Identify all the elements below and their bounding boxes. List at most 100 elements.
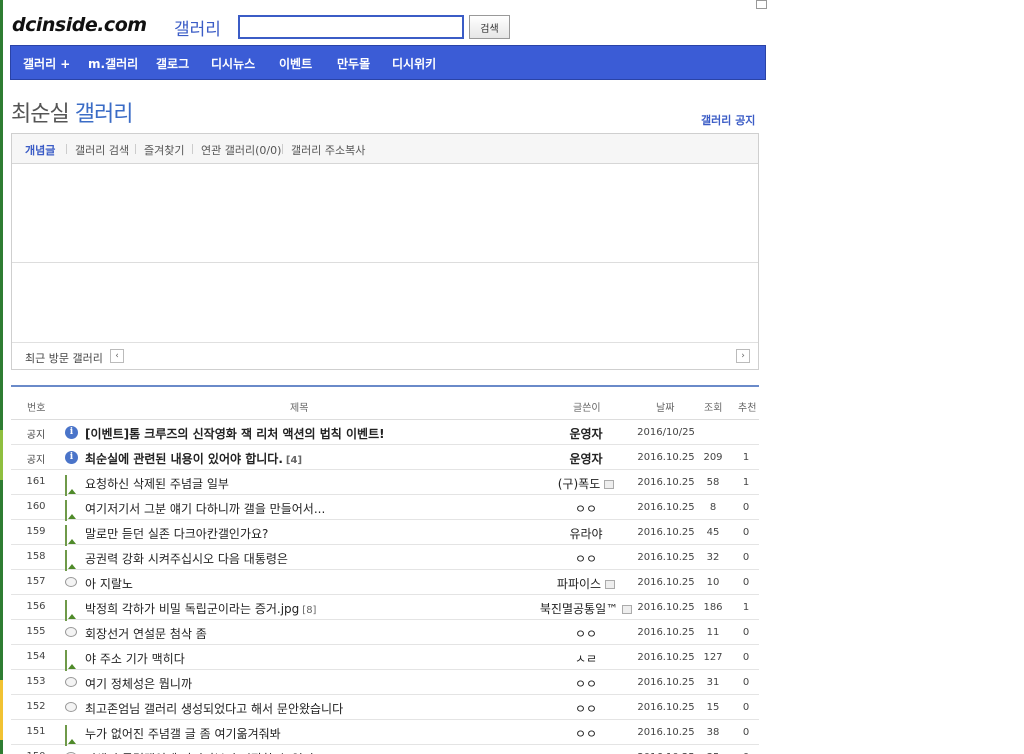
post-title-text: 아 지랄노 [85,577,133,591]
post-writer-name: 북진멸공통일™ [539,602,619,616]
post-title-link[interactable]: 여기저기서 그분 얘기 다하니까 갤을 만들어서... [85,500,325,517]
recent-prev-button[interactable]: ‹ [110,349,124,363]
tab-copy-address[interactable]: 갤러리 주소복사 [291,142,365,158]
tab-related-galleries[interactable]: 연관 갤러리(0/0) [201,142,281,158]
gallery-notice-link[interactable]: 갤러리 공지 [701,112,755,128]
info-icon: i [65,451,78,464]
post-title-link[interactable]: 야 주소 기가 맥히다 [85,650,185,667]
gallog-icon[interactable] [622,605,633,614]
post-recommend: 0 [742,652,750,663]
post-number: 152 [26,701,46,712]
post-title-link[interactable]: 말로만 듣던 실존 다크아칸갤인가요? [85,525,268,542]
logo-gallery-label[interactable]: 갤러리 [174,15,221,40]
post-title-link[interactable]: 요청하신 삭제된 주념글 일부 [85,475,229,492]
table-row[interactable]: 161 요청하신 삭제된 주념글 일부 (구)폭도 2016.10.25 58 1 [11,470,759,496]
page-title: 최순실 갤러리 [11,96,133,128]
post-title-link[interactable]: 박정희 각하가 비밀 독립군이라는 증거.jpg [8] [85,600,316,617]
table-row[interactable]: 160 여기저기서 그분 얘기 다하니까 갤을 만들어서... ㅇㅇ 2016.10.… [11,495,759,521]
post-writer-name: (구)폭도 [557,477,601,491]
post-title-link[interactable]: 최순실에 관련된 내용이 있어야 합니다. [4] [85,450,302,467]
nav-dc-wiki[interactable]: 디시위키 [392,55,436,72]
gallog-icon[interactable] [604,480,615,489]
table-row[interactable]: 공지 i 최순실에 관련된 내용이 있어야 합니다. [4] 운영자 2016.10.25… [11,445,759,470]
table-row[interactable]: 151 누가 없어진 주념갤 글 좀 여기옮겨줘봐 ㅇㅇ 2016.10.25 38 0 [11,720,759,746]
post-title-link[interactable]: [이벤트]톰 크루즈의 신작영화 잭 리처 액션의 법칙 이벤트! [85,425,385,442]
table-row[interactable]: 154 야 주소 기가 맥히다 ㅅㄹ 2016.10.25 127 0 [11,645,759,671]
post-writer[interactable]: 운영자 [516,450,656,467]
post-title-link[interactable]: 면생이 통령갤인데 마이너부터 시작할 수 없지 [85,750,314,754]
post-writer[interactable]: ㅇㅇ [516,700,656,717]
recent-galleries-label: 최근 방문 갤러리 [25,352,103,365]
post-number: 159 [26,526,46,537]
post-writer[interactable]: ㅇㅇ [516,500,656,517]
post-writer[interactable]: ㅇㅇ [516,675,656,692]
recent-next-button[interactable]: › [736,349,750,363]
table-row[interactable]: 156 박정희 각하가 비밀 독립군이라는 증거.jpg [8] 북진멸공통일™ 201… [11,595,759,621]
post-writer[interactable]: 파파이스 [516,575,656,592]
table-row[interactable]: 157 아 지랄노 파파이스 2016.10.25 10 0 [11,570,759,595]
table-row[interactable]: 152 최고존엄님 갤러리 생성되었다고 해서 문안왔습니다 ㅇㅇ 2016.10.2… [11,695,759,720]
tab-gallery-search[interactable]: 갤러리 검색 [75,142,129,158]
gallery-tabs: 개념글 갤러리 검색 즐겨찾기 연관 갤러리(0/0) 갤러리 주소복사 [12,134,758,164]
post-title-text: 여기저기서 그분 얘기 다하니까 갤을 만들어서... [85,502,326,516]
search-button[interactable]: 검색 [469,15,510,39]
picture-icon [65,600,67,621]
comment-count[interactable]: [8] [302,605,316,616]
post-list-header: 번호 제목 글쓴이 날짜 조회 추천 [11,387,759,420]
post-title-text: 누가 없어진 주념갤 글 좀 여기옮겨줘봐 [85,727,281,741]
left-edge-strip [0,0,3,754]
nav-gallog[interactable]: 갤로그 [156,55,189,72]
post-writer[interactable]: ㅇㅇ [516,750,656,754]
nav-event[interactable]: 이벤트 [279,55,312,72]
search-input[interactable] [238,15,464,39]
table-row[interactable]: 공지 i [이벤트]톰 크루즈의 신작영화 잭 리처 액션의 법칙 이벤트! 운영자 2… [11,420,759,445]
post-writer[interactable]: ㅇㅇ [516,550,656,567]
post-views: 8 [709,502,717,513]
text-icon [65,677,77,687]
post-writer-name: ㅇㅇ [574,702,598,716]
col-views: 조회 [704,403,723,414]
nav-gallery-plus[interactable]: 갤러리 + [23,55,70,72]
post-number: 공지 [26,455,46,466]
post-writer[interactable]: ㅇㅇ [516,725,656,742]
post-date: 2016.10.25 [637,702,695,713]
post-recommend: 1 [742,452,750,463]
nav-mandu-mall[interactable]: 만두몰 [337,55,370,72]
site-logo[interactable]: dcinside.com [12,14,147,36]
gallog-icon[interactable] [605,580,616,589]
tab-concept-posts[interactable]: 개념글 [25,142,55,158]
post-writer[interactable]: (구)폭도 [516,475,656,492]
post-writer[interactable]: ㅇㅇ [516,625,656,642]
post-title-link[interactable]: 아 지랄노 [85,575,133,592]
recent-galleries-bar: 최근 방문 갤러리 ‹ › [12,342,758,369]
post-number: 155 [26,626,46,637]
post-title-text: 최고존엄님 갤러리 생성되었다고 해서 문안왔습니다 [85,702,344,716]
picture-icon [65,525,67,546]
post-recommend: 1 [742,477,750,488]
post-writer[interactable]: 유라야 [516,525,656,542]
table-row[interactable]: 159 말로만 듣던 실존 다크아칸갤인가요? 유라야 2016.10.25 45 0 [11,520,759,546]
nav-dc-news[interactable]: 디시뉴스 [211,55,255,72]
post-writer-name: ㅇㅇ [574,552,598,566]
post-date: 2016.10.25 [637,527,695,538]
post-views: 45 [706,527,720,538]
post-title-link[interactable]: 공권력 강화 시켜주십시오 다음 대통령은 [85,550,288,567]
table-row[interactable]: 155 회장선거 연설문 첨삭 좀 ㅇㅇ 2016.10.25 11 0 [11,620,759,645]
post-writer[interactable]: ㅅㄹ [516,650,656,667]
table-row[interactable]: 158 공권력 강화 시켜주십시오 다음 대통령은 ㅇㅇ 2016.10.25 32 0 [11,545,759,571]
nav-m-gallery[interactable]: m.갤러리 [88,55,138,72]
comment-count[interactable]: [4] [286,455,302,466]
post-writer[interactable]: 북진멸공통일™ [516,600,656,617]
post-views: 11 [706,627,720,638]
post-title-link[interactable]: 누가 없어진 주념갤 글 좀 여기옮겨줘봐 [85,725,281,742]
post-title-link[interactable]: 회장선거 연설문 첨삭 좀 [85,625,207,642]
post-title-link[interactable]: 여기 정체성은 뭡니까 [85,675,192,692]
table-row[interactable]: 153 여기 정체성은 뭡니까 ㅇㅇ 2016.10.25 31 0 [11,670,759,695]
table-row[interactable]: 150면생이 통령갤인데 마이너부터 시작할 수 없지ㅇㅇ2016.10.253… [11,745,759,754]
post-writer-name: ㅇㅇ [574,502,598,516]
post-recommend: 0 [742,677,750,688]
tab-favorites[interactable]: 즐겨찾기 [144,142,184,158]
post-title-link[interactable]: 최고존엄님 갤러리 생성되었다고 해서 문안왔습니다 [85,700,343,717]
post-writer[interactable]: 운영자 [516,425,656,442]
post-title-text: 여기 정체성은 뭡니까 [85,677,192,691]
